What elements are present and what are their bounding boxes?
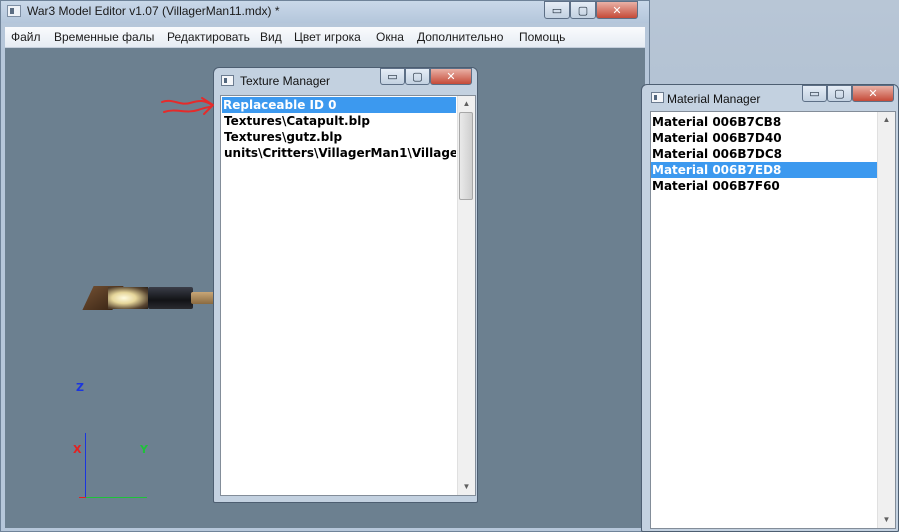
maximize-icon: ▢ <box>577 3 589 17</box>
x-axis-line <box>79 497 86 498</box>
minimize-button[interactable]: ▭ <box>544 1 570 19</box>
model-render <box>78 283 228 313</box>
maximize-icon: ▢ <box>834 87 845 100</box>
list-item[interactable]: Textures\gutz.blp <box>223 129 456 145</box>
close-icon: ✕ <box>446 70 456 83</box>
maximize-icon: ▢ <box>412 70 423 83</box>
close-icon: ✕ <box>868 87 878 100</box>
minimize-icon: ▭ <box>551 3 563 17</box>
minimize-icon: ▭ <box>809 87 820 100</box>
list-item-selected[interactable]: Material 006B7ED8 <box>651 162 879 178</box>
material-caption-buttons: ▭ ▢ ✕ <box>802 85 894 102</box>
menu-view[interactable]: Вид <box>260 30 282 44</box>
texture-caption-buttons: ▭ ▢ ✕ <box>380 68 472 85</box>
menu-team-color[interactable]: Цвет игрока <box>294 30 361 44</box>
list-item[interactable]: Material 006B7D40 <box>651 130 879 146</box>
main-caption-buttons: ▭ ▢ ✕ <box>544 1 638 19</box>
menu-help[interactable]: Помощь <box>519 30 565 44</box>
list-item[interactable]: Material 006B7F60 <box>651 178 879 194</box>
annotation-arrow-icon <box>161 97 214 115</box>
maximize-button[interactable]: ▢ <box>570 1 596 19</box>
minimize-icon: ▭ <box>387 70 398 83</box>
list-item[interactable]: Material 006B7CB8 <box>651 114 879 130</box>
material-manager-title-bar[interactable]: Material Manager ▭ ▢ ✕ <box>642 85 898 111</box>
close-button[interactable]: ✕ <box>852 85 894 102</box>
list-item[interactable]: units\Critters\VillagerMan1\VillagerM <box>223 145 456 161</box>
texture-list[interactable]: Replaceable ID 0 Textures\Catapult.blp T… <box>220 95 476 496</box>
x-axis-label: X <box>73 443 82 456</box>
texture-manager-title-bar[interactable]: Texture Manager ▭ ▢ ✕ <box>214 68 477 94</box>
menu-bar: Файл Временные фалы Редактировать Вид Цв… <box>5 27 645 48</box>
y-axis-label: Y <box>140 443 148 456</box>
scroll-up-icon[interactable]: ▲ <box>878 112 895 128</box>
main-window-title: War3 Model Editor v1.07 (VillagerMan11.m… <box>27 4 280 18</box>
close-icon: ✕ <box>612 3 622 17</box>
material-manager-window: Material Manager ▭ ▢ ✕ Material 006B7CB8… <box>641 84 899 532</box>
window-icon <box>651 92 664 103</box>
menu-temp-files[interactable]: Временные фалы <box>54 30 154 44</box>
material-list[interactable]: Material 006B7CB8 Material 006B7D40 Mate… <box>650 111 896 529</box>
window-icon <box>221 75 234 86</box>
z-axis-label: Z <box>76 381 84 394</box>
scroll-thumb[interactable] <box>459 112 473 200</box>
texture-scrollbar[interactable]: ▲ ▼ <box>457 96 475 495</box>
menu-edit[interactable]: Редактировать <box>167 30 250 44</box>
menu-file[interactable]: Файл <box>11 30 41 44</box>
material-manager-title: Material Manager <box>667 92 761 106</box>
list-item-selected[interactable]: Replaceable ID 0 <box>222 97 456 113</box>
list-item[interactable]: Textures\Catapult.blp <box>223 113 456 129</box>
list-item[interactable]: Material 006B7DC8 <box>651 146 879 162</box>
scroll-down-icon[interactable]: ▼ <box>458 479 475 495</box>
close-button[interactable]: ✕ <box>596 1 638 19</box>
minimize-button[interactable]: ▭ <box>380 68 405 85</box>
minimize-button[interactable]: ▭ <box>802 85 827 102</box>
maximize-button[interactable]: ▢ <box>405 68 430 85</box>
texture-manager-window: Texture Manager ▭ ▢ ✕ Replaceable ID 0 T… <box>213 67 478 503</box>
z-axis-line <box>85 433 86 497</box>
texture-manager-title: Texture Manager <box>240 74 331 88</box>
menu-windows[interactable]: Окна <box>376 30 404 44</box>
scroll-down-icon[interactable]: ▼ <box>878 512 895 528</box>
scroll-up-icon[interactable]: ▲ <box>458 96 475 112</box>
y-axis-line <box>85 497 147 498</box>
maximize-button[interactable]: ▢ <box>827 85 852 102</box>
material-scrollbar[interactable]: ▲ ▼ <box>877 112 895 528</box>
menu-extras[interactable]: Дополнительно <box>417 30 503 44</box>
close-button[interactable]: ✕ <box>430 68 472 85</box>
app-icon <box>7 5 21 17</box>
main-title-bar[interactable]: War3 Model Editor v1.07 (VillagerMan11.m… <box>1 1 649 23</box>
